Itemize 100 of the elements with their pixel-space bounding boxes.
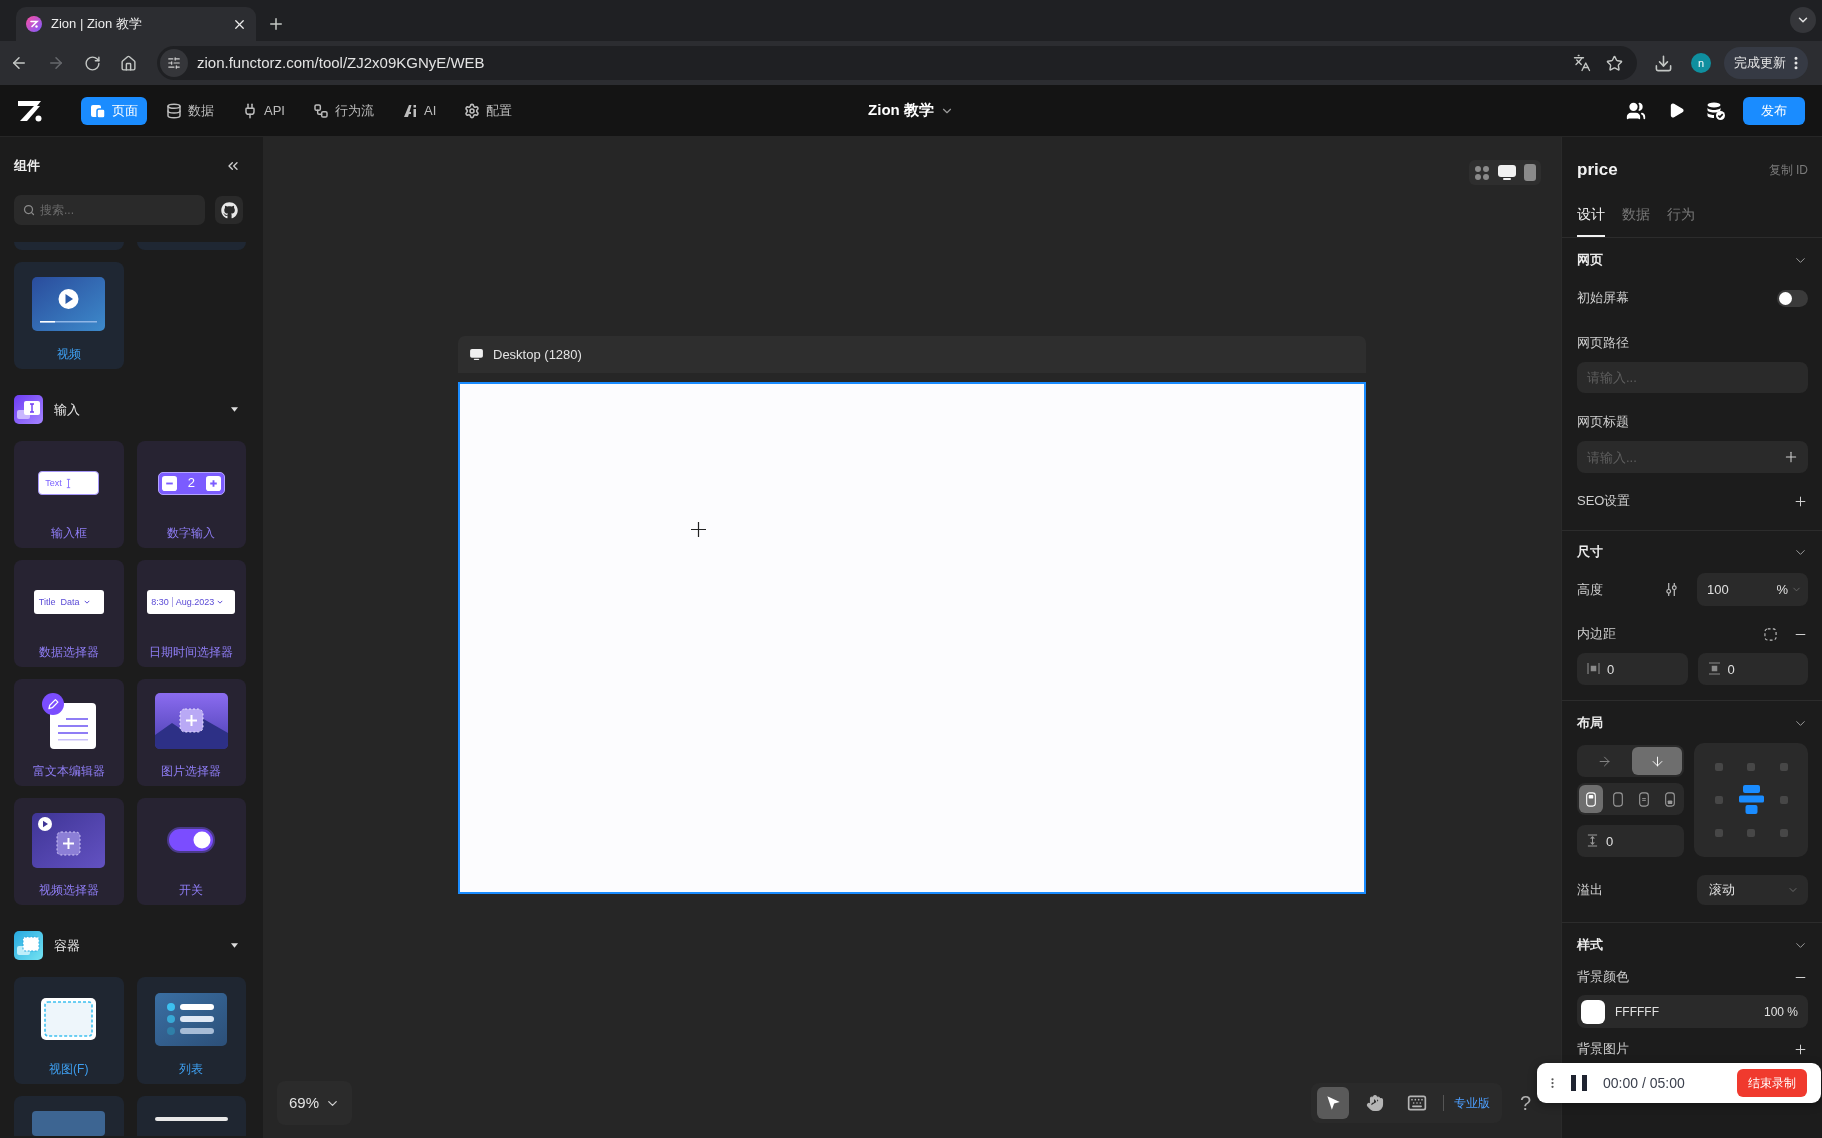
component-card[interactable]: 视频: [14, 262, 124, 369]
nav-tab[interactable]: 数据: [157, 96, 223, 125]
element-name: price: [1577, 159, 1618, 182]
component-card[interactable]: Text 输入框: [14, 441, 124, 548]
browser-tab[interactable]: Zion | Zion 教学: [16, 7, 256, 41]
recording-timer: 00:00 / 05:00: [1603, 1073, 1686, 1093]
database-check-icon[interactable]: [1706, 100, 1726, 121]
reload-icon[interactable]: [84, 54, 101, 72]
profile-avatar[interactable]: n: [1691, 53, 1711, 73]
pause-icon[interactable]: [1571, 1075, 1587, 1091]
triangle-bar-icon: [401, 102, 418, 119]
dashed-square-icon[interactable]: [1764, 627, 1777, 641]
component-card[interactable]: Title Data 数据选择器: [14, 560, 124, 667]
chevron-down-icon: [217, 600, 224, 604]
update-button[interactable]: 完成更新: [1724, 47, 1808, 79]
site-info-icon[interactable]: [160, 49, 188, 77]
switch-drawing: [167, 827, 216, 853]
horizontal-padding-field[interactable]: 0: [1577, 653, 1688, 685]
artboard-label: Desktop (1280): [493, 345, 582, 364]
stop-recording-button[interactable]: 结束录制: [1737, 1069, 1807, 1097]
database-icon: [166, 102, 182, 119]
vertical-padding-field[interactable]: 0: [1697, 653, 1808, 685]
align-top-icon[interactable]: [1579, 785, 1604, 813]
component-card[interactable]: 富文本编辑器: [14, 679, 124, 786]
monitor-icon[interactable]: [1498, 165, 1516, 180]
workflow-icon: [312, 102, 329, 119]
component-card[interactable]: 视图(F): [14, 977, 124, 1084]
field-label: 背景颜色: [1577, 968, 1629, 986]
dashed-frame-drawing: [41, 998, 97, 1040]
component-card[interactable]: 开关: [136, 798, 246, 905]
plus-icon[interactable]: [1793, 493, 1808, 509]
caret-down-icon[interactable]: [231, 943, 238, 948]
zoom-select[interactable]: 69%: [277, 1081, 353, 1125]
sample-title: Title: [38, 596, 56, 608]
component-card[interactable]: 图片选择器: [136, 679, 246, 786]
vertical-padding-icon: [1708, 662, 1720, 675]
arrow-down-icon[interactable]: [1631, 747, 1683, 775]
section-title: 输入: [54, 400, 80, 419]
translate-icon[interactable]: [1573, 54, 1591, 72]
sample-number: 2: [187, 475, 195, 491]
field-label: 溢出: [1577, 881, 1603, 899]
back-icon[interactable]: [10, 54, 28, 72]
spacing-icon: [1587, 834, 1598, 847]
plus-icon: [205, 475, 221, 491]
gap-field[interactable]: 0: [1577, 825, 1685, 857]
component-card[interactable]: 列表: [136, 977, 246, 1084]
nav-tab[interactable]: 配置: [455, 96, 522, 125]
panel-tab[interactable]: 设计: [1577, 203, 1605, 237]
component-card[interactable]: [136, 1096, 246, 1136]
panel-title: 组件: [14, 157, 40, 176]
star-icon[interactable]: [1606, 54, 1623, 72]
background-color-field[interactable]: FFFFFF 100 %: [1577, 995, 1808, 1028]
minus-icon: [161, 475, 177, 491]
nav-tab[interactable]: API: [233, 96, 294, 125]
url-text: zion.functorz.com/tool/ZJ2x09KGNyE/WEB: [197, 52, 486, 73]
settings-icon: [464, 102, 481, 119]
sliders-icon[interactable]: [1665, 583, 1678, 596]
crosshair-cursor-icon: [691, 522, 706, 537]
chevron-down-icon: [84, 600, 91, 604]
sample-value: Data: [60, 596, 80, 608]
component-card[interactable]: 2 数字输入: [136, 441, 246, 548]
grid-dots-icon[interactable]: [1474, 164, 1490, 181]
nav-tab[interactable]: 行为流: [303, 96, 383, 125]
home-icon[interactable]: [120, 54, 137, 72]
color-swatch[interactable]: [1581, 999, 1605, 1024]
initial-screen-toggle[interactable]: [1777, 289, 1808, 307]
help-button[interactable]: ?: [1519, 1091, 1531, 1115]
drag-handle-icon[interactable]: [1551, 1077, 1554, 1089]
center-align-icon[interactable]: [1738, 785, 1764, 815]
section-title: 布局: [1577, 714, 1603, 732]
section-title: 尺寸: [1577, 543, 1603, 561]
field-label: 初始屏幕: [1577, 289, 1629, 307]
project-title[interactable]: Zion 教学: [868, 99, 954, 122]
download-icon[interactable]: [1654, 53, 1673, 73]
opacity-value: 100 %: [1763, 1003, 1798, 1021]
panel-tab[interactable]: 数据: [1622, 203, 1650, 237]
github-icon[interactable]: [215, 196, 243, 224]
play-icon[interactable]: [1668, 102, 1685, 119]
component-card[interactable]: 8:30 Aug.2023 日期时间选择器: [136, 560, 246, 667]
section-title: 容器: [54, 936, 80, 955]
unit-select[interactable]: %: [1776, 580, 1802, 599]
overflow-select[interactable]: 滚动: [1697, 875, 1808, 905]
sample-date: Aug.2023: [175, 596, 215, 608]
app-logo[interactable]: [17, 98, 44, 123]
panel-tab[interactable]: 行为: [1667, 203, 1695, 237]
plus-icon[interactable]: [1783, 449, 1799, 465]
address-bar[interactable]: zion.functorz.com/tool/ZJ2x09KGNyE/WEB: [157, 46, 1637, 80]
search-field[interactable]: 搜索...: [14, 195, 205, 225]
caret-down-icon[interactable]: [231, 407, 238, 412]
nav-tab[interactable]: AI: [392, 96, 446, 125]
pro-plan-link[interactable]: 专业版: [1453, 1094, 1496, 1112]
plus-icon[interactable]: [1793, 1041, 1808, 1057]
new-tab-icon[interactable]: [267, 15, 285, 33]
hex-value: FFFFFF: [1615, 1003, 1660, 1021]
pointer-icon[interactable]: [1316, 1087, 1349, 1119]
users-icon[interactable]: [1626, 100, 1646, 121]
tab-list-button[interactable]: [1790, 7, 1816, 33]
plug-icon: [242, 102, 258, 119]
component-card[interactable]: 视频选择器: [14, 798, 124, 905]
copy-id-link[interactable]: 复制 ID: [1768, 161, 1808, 179]
